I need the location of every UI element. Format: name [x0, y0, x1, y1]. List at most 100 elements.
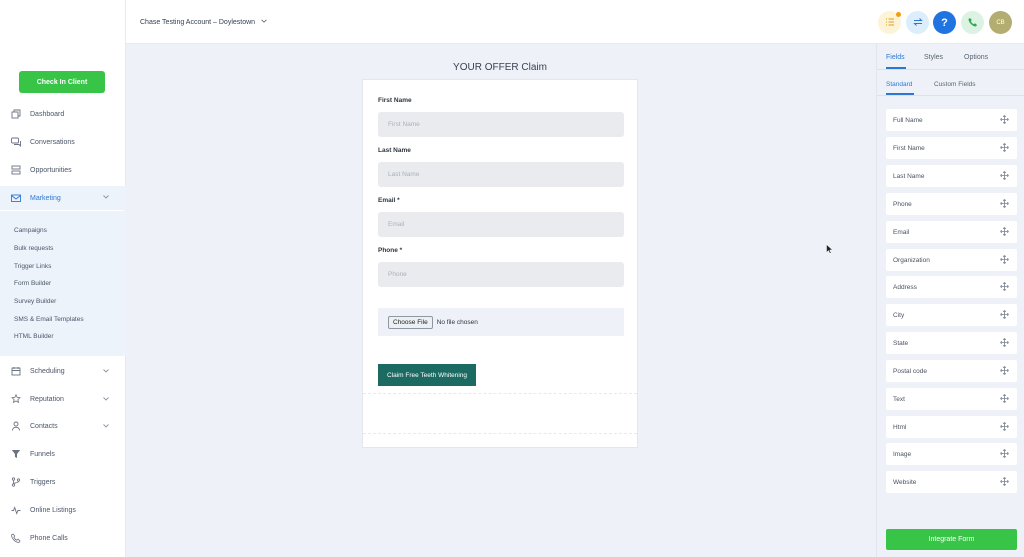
field-item-text[interactable]: Text	[886, 388, 1017, 410]
field-item-label: Full Name	[893, 116, 923, 124]
field-item-label: Text	[893, 395, 905, 403]
field-item-email[interactable]: Email	[886, 221, 1017, 243]
sidebar-item-contacts[interactable]: Contacts	[0, 415, 126, 437]
integrate-form-button[interactable]: Integrate Form	[886, 529, 1017, 550]
drag-move-icon	[1000, 255, 1009, 264]
divider	[363, 393, 637, 394]
tab-styles[interactable]: Styles	[924, 54, 943, 61]
field-item-image[interactable]: Image	[886, 443, 1017, 465]
subtab-custom-fields[interactable]: Custom Fields	[934, 81, 976, 88]
first-name-field[interactable]	[378, 112, 624, 137]
call-button[interactable]	[961, 11, 984, 34]
notification-dot	[896, 12, 901, 17]
submenu-item-bulk-requests[interactable]: Bulk requests	[14, 245, 53, 252]
phone-field[interactable]	[378, 262, 624, 287]
tab-options[interactable]: Options	[964, 54, 988, 61]
last-name-field[interactable]	[378, 162, 624, 187]
field-item-label: Organization	[893, 256, 930, 264]
switch-button[interactable]	[906, 11, 929, 34]
sidebar-item-scheduling[interactable]: Scheduling	[0, 360, 126, 382]
submit-button[interactable]: Claim Free Teeth Whitening	[378, 364, 476, 386]
field-item-last-name[interactable]: Last Name	[886, 165, 1017, 187]
chevron-down-icon	[101, 366, 111, 376]
sidebar-item-marketing[interactable]: Marketing	[0, 186, 126, 210]
field-item-phone[interactable]: Phone	[886, 193, 1017, 215]
divider	[877, 95, 1024, 96]
field-panel: Fields Styles Options Standard Custom Fi…	[876, 44, 1024, 557]
mail-icon	[11, 193, 21, 203]
phone-label: Phone *	[378, 247, 403, 254]
sidebar-item-label: Funnels	[30, 450, 55, 458]
field-item-city[interactable]: City	[886, 304, 1017, 326]
form-title: YOUR OFFER Claim	[453, 62, 547, 73]
first-name-label: First Name	[378, 97, 412, 104]
file-status: No file chosen	[436, 318, 478, 326]
sidebar-item-dashboard[interactable]: Dashboard	[0, 103, 126, 125]
sidebar-item-phone-calls[interactable]: Phone Calls	[0, 527, 126, 549]
choose-file-button[interactable]: Choose File	[388, 315, 433, 329]
star-icon	[11, 394, 21, 404]
sidebar-item-label: Reputation	[30, 395, 64, 403]
drag-move-icon	[1000, 199, 1009, 208]
drag-move-icon	[1000, 449, 1009, 458]
submenu-item-sms-email-templates[interactable]: SMS & Email Templates	[14, 316, 84, 323]
sidebar-item-label: Phone Calls	[30, 534, 68, 542]
list-icon	[885, 14, 895, 32]
sidebar-item-conversations[interactable]: Conversations	[0, 131, 126, 153]
help-button[interactable]: ?	[933, 11, 956, 34]
field-item-organization[interactable]: Organization	[886, 249, 1017, 271]
divider	[363, 433, 637, 434]
account-switcher[interactable]: Chase Testing Account – Doylestown	[140, 17, 268, 27]
person-icon	[11, 421, 21, 431]
sidebar-item-triggers[interactable]: Triggers	[0, 471, 126, 493]
field-item-label: Phone	[893, 200, 912, 208]
drag-move-icon	[1000, 282, 1009, 291]
sidebar-item-label: Dashboard	[30, 110, 65, 118]
check-in-client-button[interactable]: Check In Client	[19, 71, 105, 93]
submenu-item-form-builder[interactable]: Form Builder	[14, 280, 51, 287]
field-item-address[interactable]: Address	[886, 276, 1017, 298]
field-item-full-name[interactable]: Full Name	[886, 109, 1017, 131]
field-item-label: City	[893, 311, 905, 319]
sidebar-item-label: Marketing	[30, 194, 61, 202]
field-item-postal-code[interactable]: Postal code	[886, 360, 1017, 382]
sidebar-item-online-listings[interactable]: Online Listings	[0, 499, 126, 521]
question-icon: ?	[941, 16, 948, 29]
field-item-label: Html	[893, 423, 907, 431]
drag-move-icon	[1000, 115, 1009, 124]
divider	[877, 69, 1024, 70]
pulse-icon	[11, 505, 21, 515]
field-item-label: Address	[893, 283, 917, 291]
email-field[interactable]	[378, 212, 624, 237]
sidebar-item-reputation[interactable]: Reputation	[0, 388, 126, 410]
avatar[interactable]: CB	[989, 11, 1012, 34]
subtab-standard[interactable]: Standard	[886, 81, 912, 88]
branch-icon	[11, 477, 21, 487]
field-item-label: First Name	[893, 144, 925, 152]
top-header: Chase Testing Account – Doylestown ? CB	[126, 0, 1024, 44]
chevron-down-icon	[260, 17, 268, 27]
field-item-website[interactable]: Website	[886, 471, 1017, 493]
sidebar-item-label: Triggers	[30, 478, 56, 486]
form-preview: First Name Last Name Email * Phone * Cho…	[362, 79, 638, 448]
field-item-state[interactable]: State	[886, 332, 1017, 354]
field-item-first-name[interactable]: First Name	[886, 137, 1017, 159]
sidebar-item-funnels[interactable]: Funnels	[0, 443, 126, 465]
sidebar-item-label: Contacts	[30, 422, 58, 430]
field-item-label: Last Name	[893, 172, 925, 180]
field-item-label: State	[893, 339, 909, 347]
submenu-item-html-builder[interactable]: HTML Builder	[14, 333, 54, 340]
drag-move-icon	[1000, 338, 1009, 347]
field-item-html[interactable]: Html	[886, 416, 1017, 438]
tab-fields[interactable]: Fields	[886, 54, 905, 61]
swap-arrows-icon	[912, 14, 923, 32]
submenu-item-campaigns[interactable]: Campaigns	[14, 227, 47, 234]
sidebar-item-opportunities[interactable]: Opportunities	[0, 159, 126, 181]
submenu-item-trigger-links[interactable]: Trigger Links	[14, 263, 51, 270]
opportunities-icon	[11, 165, 21, 175]
field-item-label: Email	[893, 228, 910, 236]
email-label: Email *	[378, 197, 400, 204]
drag-move-icon	[1000, 310, 1009, 319]
submenu-item-survey-builder[interactable]: Survey Builder	[14, 298, 56, 305]
phone-icon	[11, 533, 21, 543]
